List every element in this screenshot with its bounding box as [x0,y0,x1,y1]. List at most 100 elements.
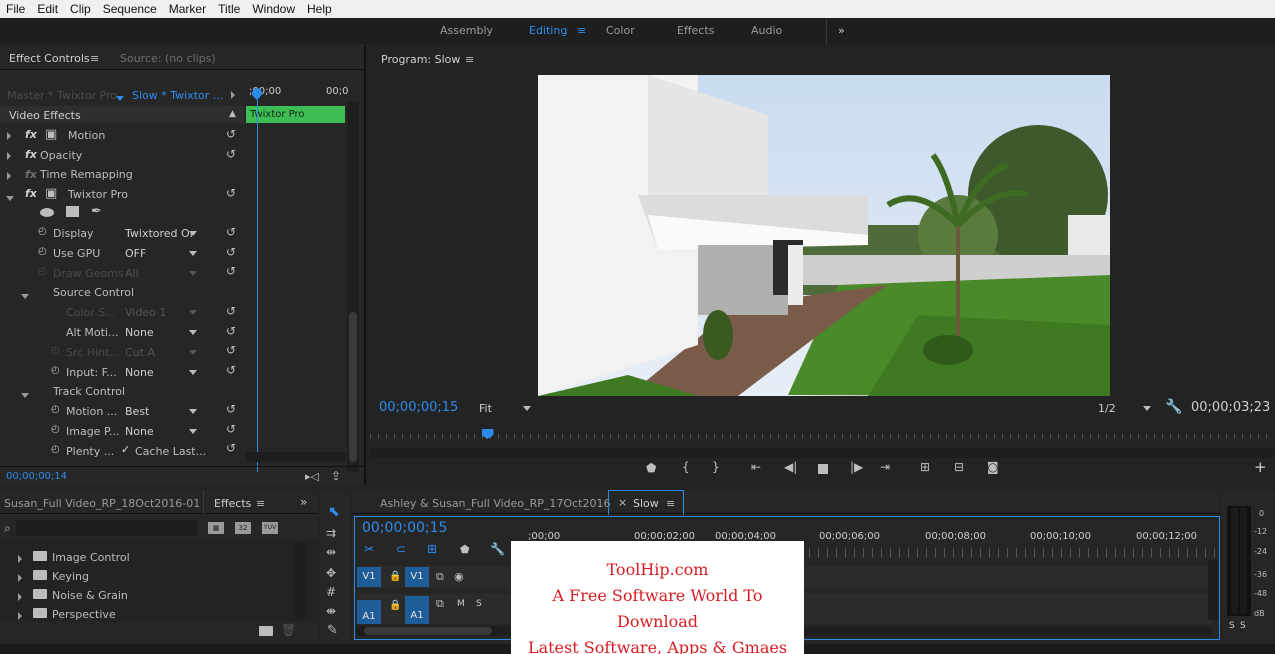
zoom-scrollbar[interactable] [370,448,1274,458]
effect-controls-timecode[interactable]: 00;00;00;14 [6,471,67,482]
scrollbar-thumb[interactable] [364,627,492,635]
add-button-icon[interactable]: + [1254,458,1267,476]
slip-tool-icon[interactable]: ⇼ [326,604,336,618]
rectangle-mask-icon[interactable] [66,206,79,217]
search-input[interactable] [16,520,198,536]
go-to-in-icon[interactable]: ⇤ [751,460,761,474]
video-frame[interactable] [538,75,1110,396]
go-to-out-icon[interactable]: ⇥ [880,460,890,474]
motion-vectors-dropdown[interactable]: Best [125,405,197,419]
clip-label[interactable]: Slow * Twixtor ... [132,89,223,102]
reset-icon[interactable]: ↺ [226,325,238,337]
workspace-color[interactable]: Color [606,24,635,37]
more-workspaces-icon[interactable]: » [838,24,845,37]
expand-icon[interactable] [18,553,22,566]
stopwatch-icon[interactable]: ◴ [51,424,60,435]
menu-title[interactable]: Title [212,2,246,16]
program-monitor-title[interactable]: Program: Slow [381,53,460,66]
expand-opacity-icon[interactable] [7,150,11,163]
sync-lock-icon[interactable]: ⧉ [436,597,444,611]
menu-marker[interactable]: Marker [163,2,212,16]
track-target-a1[interactable]: A1 [405,596,429,624]
panel-menu-icon[interactable]: ≡ [90,52,99,65]
search-icon[interactable]: ⌕ [4,521,11,536]
delete-icon[interactable]: 🗑 [281,623,296,637]
transform-icon[interactable]: ▣ [45,127,57,142]
timeline-timecode[interactable]: 00;00;00;15 [362,520,447,536]
settings-wrench-icon[interactable]: 🔧 [490,542,505,556]
menu-sequence[interactable]: Sequence [97,2,163,16]
stopwatch-icon[interactable]: ◴ [38,246,47,257]
clip-dropdown-icon[interactable] [116,91,124,104]
collapse-up-icon[interactable]: ▲ [229,109,236,119]
vertical-scrollbar[interactable] [295,542,305,618]
vertical-scrollbar[interactable] [1208,560,1218,620]
resolution-dropdown[interactable]: 1/2 [1098,402,1151,416]
fx-icon[interactable]: fx [25,148,37,161]
workspace-editing[interactable]: Editing [529,24,567,37]
menu-edit[interactable]: Edit [31,2,64,16]
add-marker-icon[interactable]: ⊞ [427,542,437,556]
stop-icon[interactable] [818,464,828,474]
panel-menu-icon[interactable]: ≡ [666,497,675,510]
reset-icon[interactable]: ↺ [226,187,238,199]
export-frame-icon[interactable]: ⇪ [331,469,341,483]
use-gpu-dropdown[interactable]: OFF [125,247,197,261]
clip-bar[interactable]: Twixtor Pro [246,106,345,123]
eye-icon[interactable]: ◉ [454,570,464,583]
reset-icon[interactable]: ↺ [226,226,238,238]
lock-icon[interactable]: 🔒 [389,600,401,611]
expand-motion-icon[interactable] [7,130,11,143]
menu-help[interactable]: Help [301,2,338,16]
add-marker-icon[interactable]: ⬟ [646,461,656,475]
play-only-icon[interactable] [231,89,235,102]
selection-tool-icon[interactable]: ⬉ [328,504,340,520]
mark-in-icon[interactable]: { [682,460,690,474]
close-tab-icon[interactable]: × [618,496,627,509]
input-frame-dropdown[interactable]: None [125,366,197,380]
export-frame-icon[interactable]: ◙ [987,460,999,474]
alt-motion-dropdown[interactable]: None [125,326,197,340]
list-item[interactable]: Image Control [52,551,130,564]
reset-icon[interactable]: ↺ [226,128,238,140]
horizontal-scrollbar[interactable] [246,452,346,462]
step-forward-icon[interactable]: |▶ [850,460,863,474]
ripple-edit-tool-icon[interactable]: ⇹ [326,545,336,559]
more-panels-icon[interactable]: » [300,495,307,509]
reset-icon[interactable]: ↺ [226,305,238,317]
accelerated-effects-icon[interactable]: ▦ [208,522,224,534]
reset-icon[interactable]: ↺ [226,423,238,435]
snap-icon[interactable]: ✂ [364,542,374,556]
list-item[interactable]: Keying [52,570,89,583]
new-bin-icon[interactable] [259,626,273,636]
program-playhead-timecode[interactable]: 00;00;00;15 [379,400,458,415]
tab-sequence-1[interactable]: Ashley & Susan_Full Video_RP_17Oct2016 [380,497,610,510]
settings-wrench-icon[interactable]: 🔧 [1165,399,1182,415]
32bit-effects-icon[interactable]: 32 [235,522,251,534]
fit-dropdown[interactable]: Fit [479,402,531,416]
source-patch-v1[interactable]: V1 [357,567,381,587]
reset-icon[interactable]: ↺ [226,403,238,415]
menu-clip[interactable]: Clip [64,2,97,16]
tab-source[interactable]: Source: (no clips) [120,52,216,65]
mute-button[interactable]: M [457,599,465,609]
ellipse-mask-icon[interactable] [40,208,54,217]
stopwatch-icon[interactable]: ◴ [51,444,60,455]
reset-icon[interactable]: ↺ [226,442,238,454]
solo-button[interactable]: S [476,599,482,609]
razor-tool-icon[interactable]: # [326,585,336,599]
reset-icon[interactable]: ↺ [226,344,238,356]
tab-effect-controls[interactable]: Effect Controls [9,52,90,65]
display-dropdown[interactable]: Twixtored Or [125,227,197,241]
draw-geoms-dropdown[interactable]: All [125,267,197,281]
collapse-source-control-icon[interactable] [21,289,29,302]
yuv-effects-icon[interactable]: YUV [262,522,278,534]
fx-icon[interactable]: fx [25,128,37,141]
stopwatch-icon[interactable]: ◴ [51,365,60,376]
tab-sequence-slow[interactable]: Slow [633,497,659,510]
image-prep-dropdown[interactable]: None [125,425,197,439]
workspace-menu-icon[interactable]: ≡ [577,24,586,37]
workspace-assembly[interactable]: Assembly [440,24,493,37]
pen-mask-icon[interactable]: ✒ [91,204,102,219]
collapse-track-control-icon[interactable] [21,388,29,401]
